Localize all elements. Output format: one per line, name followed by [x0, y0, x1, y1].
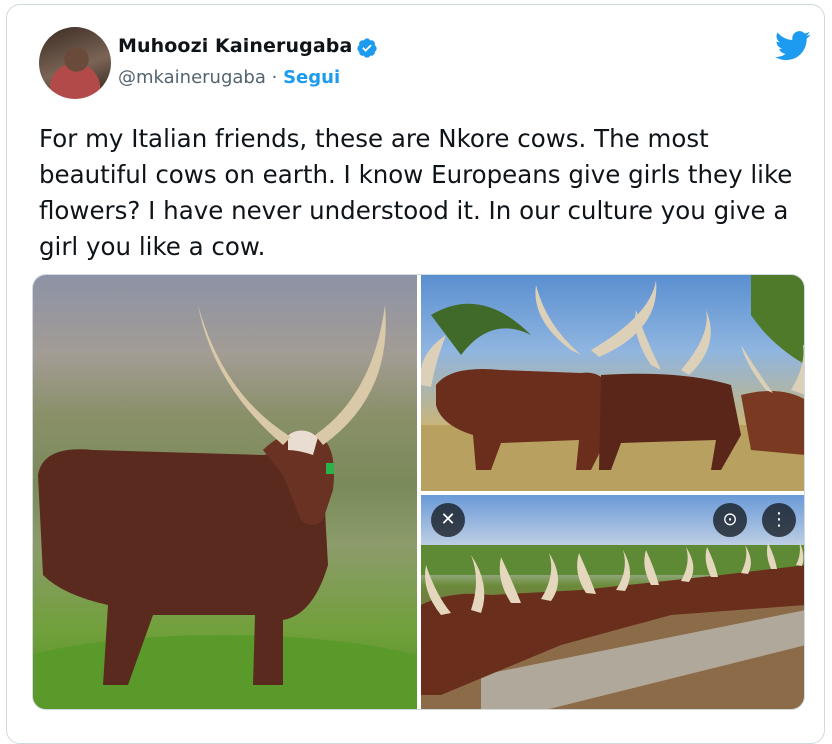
- photo-nkore-bull[interactable]: [33, 275, 417, 709]
- herd-illustration: [421, 275, 804, 491]
- bull-illustration: [33, 305, 417, 709]
- avatar[interactable]: [39, 27, 111, 99]
- author-handle[interactable]: @mkainerugaba: [118, 67, 266, 88]
- separator-dot: ·: [271, 67, 278, 88]
- photo-herd-grazing[interactable]: [421, 275, 804, 491]
- follow-link[interactable]: Segui: [283, 67, 340, 88]
- more-icon[interactable]: ⋮: [762, 503, 796, 537]
- verified-badge-icon: [357, 38, 377, 58]
- tweet-text: For my Italian friends, these are Nkore …: [39, 124, 793, 261]
- handle-row: @mkainerugaba · Segui: [118, 67, 340, 88]
- lens-icon[interactable]: ⊙: [713, 503, 747, 537]
- trough-illustration: [421, 541, 804, 709]
- media-grid: ✕ ⊙ ⋮: [32, 274, 805, 710]
- author-display-name[interactable]: Muhoozi Kainerugaba: [118, 35, 352, 57]
- close-icon[interactable]: ✕: [431, 503, 465, 537]
- photo-cattle-trough[interactable]: [421, 495, 804, 709]
- twitter-bird-icon[interactable]: [775, 31, 811, 61]
